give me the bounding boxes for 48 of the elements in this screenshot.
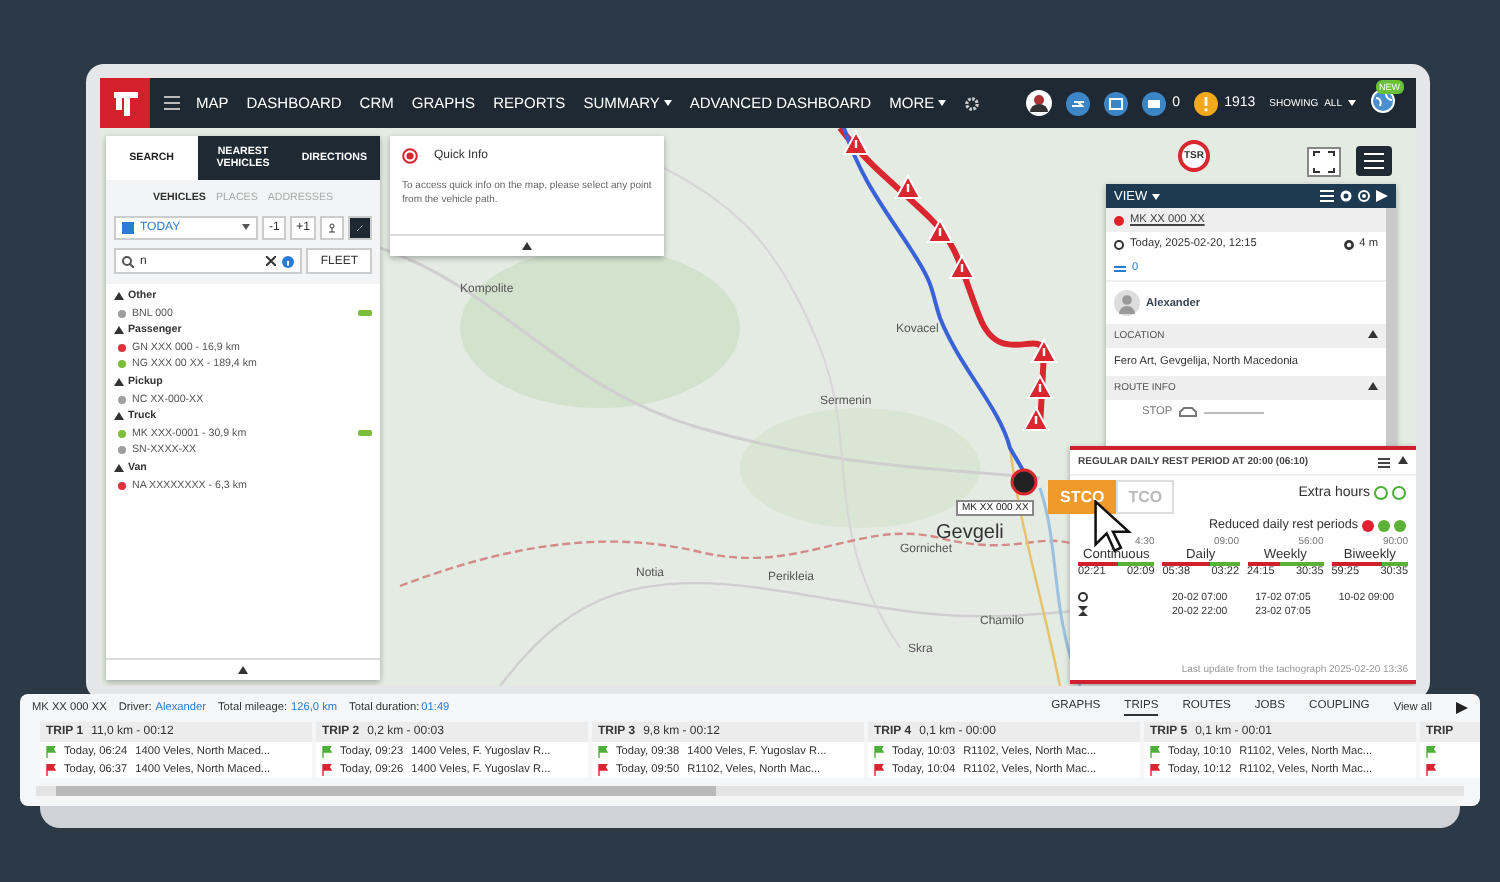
warning-marker-icon[interactable] <box>948 253 976 279</box>
play-icon[interactable] <box>1376 190 1388 202</box>
list-icon[interactable] <box>1356 146 1392 176</box>
collapse-triangle-icon[interactable] <box>1398 456 1408 464</box>
logo-icon[interactable] <box>100 78 150 128</box>
caret-icon <box>938 100 947 106</box>
collapse-triangle-icon[interactable] <box>114 412 124 421</box>
warning-marker-icon[interactable] <box>842 129 870 155</box>
menu-icon[interactable] <box>164 96 180 110</box>
collapse-triangle-icon[interactable] <box>114 463 124 472</box>
car-icon <box>1178 406 1199 418</box>
settings-icon[interactable] <box>964 95 981 111</box>
hourglass-icon <box>1078 606 1088 616</box>
menu-icon[interactable] <box>1378 457 1390 467</box>
collapse-triangle-icon[interactable] <box>522 242 532 250</box>
clear-icon[interactable] <box>266 256 277 266</box>
caret-icon <box>1348 100 1356 106</box>
target-icon[interactable] <box>1358 190 1370 202</box>
person-pin-icon[interactable] <box>320 216 344 240</box>
info-icon[interactable] <box>282 255 295 267</box>
search-icon <box>122 255 134 267</box>
warning-marker-icon[interactable] <box>926 217 954 243</box>
route-icon[interactable] <box>348 216 372 240</box>
collapse-triangle-icon[interactable] <box>1368 382 1378 390</box>
map-place-label: Gevgeli <box>936 522 1004 544</box>
caret-icon <box>242 224 251 230</box>
caret-icon <box>1151 193 1160 199</box>
avatar-icon[interactable] <box>1026 90 1053 116</box>
avatar-icon <box>1114 290 1140 316</box>
collapse-triangle-icon[interactable] <box>114 326 124 335</box>
mail-icon[interactable] <box>1142 91 1167 115</box>
collapse-triangle-icon[interactable] <box>114 377 124 386</box>
horizontal-scrollbar[interactable] <box>36 786 1464 796</box>
caret-icon <box>663 100 672 106</box>
collapse-triangle-icon[interactable] <box>1368 330 1378 338</box>
warning-marker-icon[interactable] <box>894 173 922 199</box>
collapse-triangle-icon[interactable] <box>238 666 248 674</box>
list-icon[interactable] <box>1320 190 1334 202</box>
warning-marker-icon[interactable] <box>1026 373 1054 399</box>
warning-marker-icon[interactable] <box>1022 405 1050 431</box>
fullscreen-icon[interactable] <box>1307 147 1341 177</box>
vehicle-marker-icon[interactable] <box>1010 468 1038 496</box>
collapse-triangle-icon[interactable] <box>114 292 124 300</box>
warning-icon[interactable] <box>1194 91 1219 115</box>
play-icon[interactable] <box>1456 702 1468 714</box>
transfer-icon <box>1114 263 1126 273</box>
radio-target-icon <box>402 148 418 164</box>
warning-marker-icon[interactable] <box>1030 337 1058 363</box>
